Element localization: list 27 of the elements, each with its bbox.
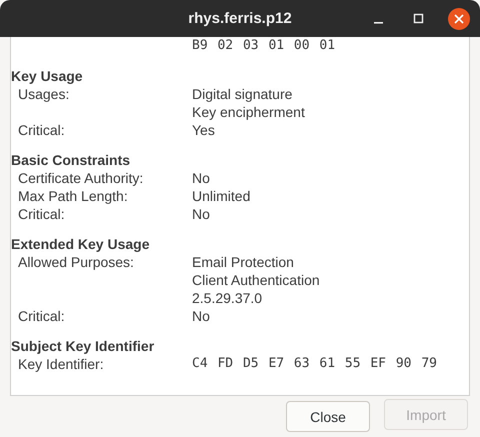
field-label: Certificate Authority: [18,170,144,186]
field-value: No [192,169,210,187]
field-value: No [192,205,210,223]
field-label: Critical: [18,206,65,222]
field-value: Yes [192,121,215,139]
field-value: No [192,307,210,325]
field-label: Usages: [18,86,70,102]
field-value: Email Protection [192,253,295,271]
field-value: Digital signature [192,85,294,103]
section-heading: Subject Key Identifier [11,338,154,354]
field-label: Max Path Length: [18,188,128,204]
section-heading: Basic Constraints [11,152,130,168]
field-value: Key encipherment [192,103,305,121]
field-value: Unlimited [192,187,250,205]
close-icon[interactable] [448,8,470,30]
field-label: Allowed Purposes: [18,254,134,270]
field-value: Client Authentication [192,271,320,289]
field-value: 2.5.29.37.0 [192,289,264,307]
section-heading: Key Usage [11,68,83,84]
section-heading: Extended Key Usage [11,236,150,252]
dialog-button[interactable]: Close [286,401,370,432]
hex-value: B9 02 03 01 00 01 [192,37,336,55]
window-title: rhys.ferris.p12 [188,10,292,27]
field-label: Critical: [18,122,65,138]
field-label: Critical: [18,308,65,324]
field-label: Key Identifier: [18,356,104,372]
hex-value: C4 FD D5 E7 63 61 55 EF 90 79 [192,355,437,373]
